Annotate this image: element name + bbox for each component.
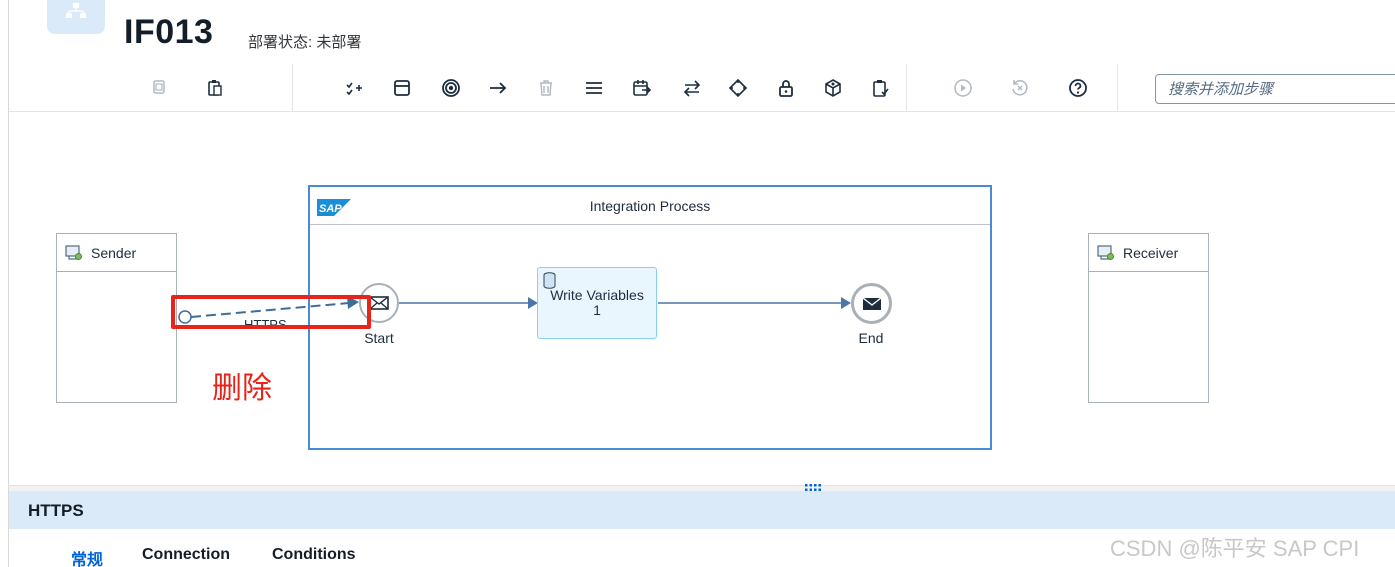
clipboard-icon	[208, 80, 222, 96]
tab-general[interactable]: 常规	[71, 546, 103, 567]
task-label-line1: Write Variables	[550, 287, 644, 303]
watermark: CSDN @陈平安 SAP CPI	[1110, 536, 1360, 561]
reset-simulation-button[interactable]	[1006, 74, 1034, 102]
envelope-icon	[369, 296, 389, 310]
add-connection-button[interactable]	[484, 74, 512, 102]
help-icon	[1069, 79, 1087, 97]
panel-title: HTTPS	[28, 501, 84, 520]
process-canvas[interactable]: Sender Receiver SAP Integration Process …	[9, 113, 1395, 485]
hierarchy-icon	[66, 3, 86, 18]
check-plus-icon	[346, 82, 362, 96]
clipboard-check-icon	[873, 80, 889, 97]
end-label: End	[858, 330, 884, 346]
process-box-icon	[394, 80, 410, 96]
trash-icon	[540, 80, 552, 96]
page-title: IF013	[124, 13, 214, 51]
task-label: Write Variables 1	[538, 288, 656, 318]
app-icon	[47, 0, 105, 34]
start-label: Start	[364, 330, 394, 346]
property-panel-header: HTTPS	[9, 491, 1395, 529]
add-gateway-button[interactable]	[724, 74, 752, 102]
tab-conditions[interactable]: Conditions	[272, 546, 356, 564]
task-label-line2: 1	[593, 302, 601, 318]
arrow-right-icon	[490, 82, 507, 94]
add-persistence-button[interactable]	[819, 74, 847, 102]
tab-connection[interactable]: Connection	[142, 546, 230, 564]
add-validator-button[interactable]	[867, 74, 895, 102]
toolbar	[9, 64, 1395, 112]
delete-button[interactable]	[532, 74, 560, 102]
help-button[interactable]	[1064, 74, 1092, 102]
add-exchange-button[interactable]	[678, 74, 706, 102]
add-timer-button[interactable]	[628, 74, 656, 102]
end-event[interactable]	[851, 283, 892, 324]
highlight-box	[171, 295, 371, 329]
add-event-button[interactable]	[437, 74, 465, 102]
play-circle-icon	[954, 79, 972, 97]
lock-icon	[779, 80, 793, 97]
calendar-arrow-icon	[633, 80, 652, 96]
write-variables-step[interactable]: Write Variables 1	[537, 267, 657, 339]
target-icon	[442, 79, 460, 97]
envelope-filled-icon	[862, 296, 881, 310]
diamond-icon	[728, 78, 748, 98]
search-input[interactable]	[1155, 74, 1395, 104]
reset-icon	[1012, 80, 1028, 96]
menu-icon	[586, 82, 602, 94]
simulate-button[interactable]	[949, 74, 977, 102]
deploy-status: 部署状态: 未部署	[248, 34, 362, 51]
copy-icon	[153, 80, 165, 94]
swap-arrows-icon	[683, 80, 701, 97]
add-security-button[interactable]	[772, 74, 800, 102]
add-participant-button[interactable]	[340, 74, 368, 102]
cube-icon	[825, 79, 841, 97]
add-process-button[interactable]	[388, 74, 416, 102]
copy-button[interactable]	[145, 74, 173, 102]
paste-button[interactable]	[201, 74, 229, 102]
menu-button[interactable]	[580, 74, 608, 102]
delete-annotation: 删除	[212, 372, 272, 405]
